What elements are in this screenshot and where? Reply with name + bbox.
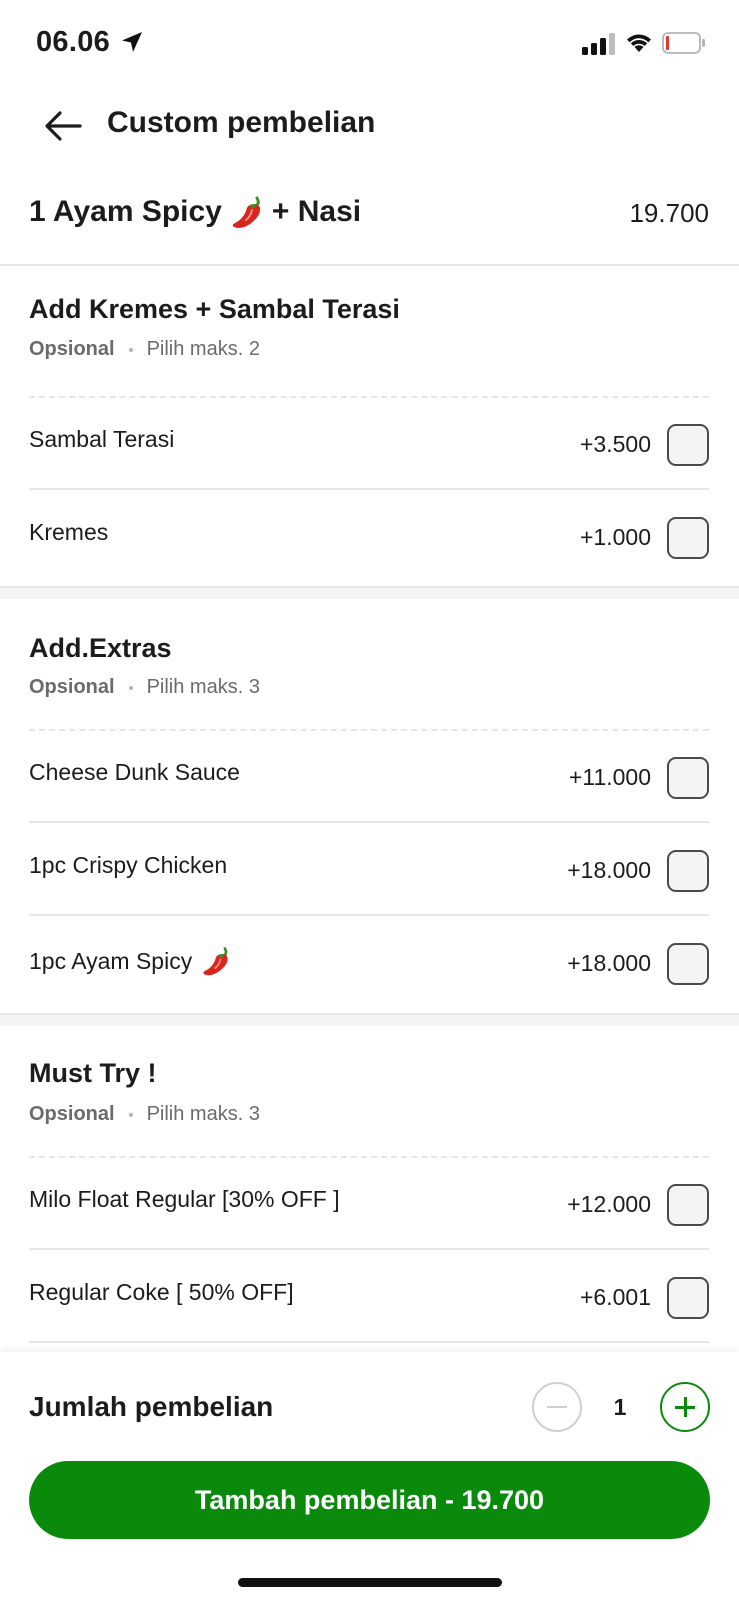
option-checkbox[interactable] bbox=[667, 1184, 709, 1226]
location-arrow-icon bbox=[122, 32, 142, 52]
header: Custom pembelian bbox=[0, 88, 739, 164]
signal-icon bbox=[582, 33, 615, 55]
option-checkbox[interactable] bbox=[667, 757, 709, 799]
option-label: 1pc Crispy Chicken bbox=[29, 852, 228, 878]
wifi-icon bbox=[627, 34, 651, 52]
home-indicator[interactable] bbox=[238, 1578, 502, 1587]
optional-label: Opsional bbox=[29, 1103, 115, 1125]
option-checkbox[interactable] bbox=[667, 517, 709, 559]
option-checkbox[interactable] bbox=[667, 850, 709, 892]
product-summary: 1 Ayam Spicy + Nasi 19.700 bbox=[0, 170, 739, 266]
separator-dot bbox=[128, 347, 133, 352]
option-group-must-try: Must Try ! Opsional Pilih maks. 3 Milo F… bbox=[0, 1026, 739, 1352]
section-title: Add.Extras bbox=[29, 633, 172, 663]
quantity-value: 1 bbox=[613, 1394, 627, 1420]
section-divider bbox=[0, 1013, 739, 1026]
optional-label: Opsional bbox=[29, 676, 115, 698]
option-item-sambal-terasi[interactable]: Sambal Terasi +3.500 bbox=[29, 398, 709, 490]
option-label: 1pc Ayam Spicy bbox=[29, 945, 232, 977]
section-title: Must Try ! bbox=[29, 1058, 157, 1088]
option-label: Regular Coke [ 50% OFF] bbox=[29, 1279, 294, 1305]
status-time: 06.06 bbox=[36, 26, 111, 58]
increase-quantity-button[interactable] bbox=[660, 1382, 710, 1432]
option-item-cheese-dunk-sauce[interactable]: Cheese Dunk Sauce +11.000 bbox=[29, 731, 709, 823]
option-price: +6.001 bbox=[580, 1284, 651, 1310]
option-item-kremes[interactable]: Kremes +1.000 bbox=[29, 491, 709, 583]
product-price: 19.700 bbox=[629, 198, 709, 228]
option-label: Cheese Dunk Sauce bbox=[29, 759, 240, 785]
section-subtitle: Opsional Pilih maks. 2 bbox=[29, 338, 260, 361]
option-label-text: 1pc Ayam Spicy bbox=[29, 947, 193, 974]
option-price: +1.000 bbox=[580, 524, 651, 550]
option-price: +12.000 bbox=[567, 1191, 651, 1217]
section-subtitle: Opsional Pilih maks. 3 bbox=[29, 1103, 260, 1126]
page-title: Custom pembelian bbox=[107, 106, 376, 139]
option-checkbox[interactable] bbox=[667, 943, 709, 985]
option-item-regular-coke[interactable]: Regular Coke [ 50% OFF] +6.001 bbox=[29, 1251, 709, 1343]
product-name: 1 Ayam Spicy + Nasi bbox=[29, 194, 361, 230]
option-label: Milo Float Regular [30% OFF ] bbox=[29, 1186, 340, 1212]
option-price: +18.000 bbox=[567, 857, 651, 883]
separator-dot bbox=[128, 1112, 133, 1117]
option-item-milo-float[interactable]: Milo Float Regular [30% OFF ] +12.000 bbox=[29, 1158, 709, 1250]
section-divider bbox=[0, 586, 739, 599]
battery-icon bbox=[662, 32, 705, 54]
option-price: +3.500 bbox=[580, 431, 651, 457]
max-selection-label: Pilih maks. 2 bbox=[146, 338, 260, 360]
add-to-order-button[interactable]: Tambah pembelian - 19.700 bbox=[29, 1461, 710, 1539]
max-selection-label: Pilih maks. 3 bbox=[146, 676, 260, 698]
option-price: +11.000 bbox=[568, 764, 651, 790]
status-bar: 06.06 bbox=[0, 0, 739, 88]
section-subtitle: Opsional Pilih maks. 3 bbox=[29, 676, 260, 699]
option-group-kremes-sambal: Add Kremes + Sambal Terasi Opsional Pili… bbox=[0, 268, 739, 586]
option-label: Sambal Terasi bbox=[29, 426, 175, 452]
product-name-main: 1 Ayam Spicy bbox=[29, 195, 222, 228]
option-price: +18.000 bbox=[567, 950, 651, 976]
max-selection-label: Pilih maks. 3 bbox=[146, 1103, 260, 1125]
option-label: Kremes bbox=[29, 519, 109, 545]
product-name-suffix: + Nasi bbox=[271, 195, 362, 228]
purchase-footer: Jumlah pembelian 1 Tambah pembelian - 19… bbox=[0, 1352, 739, 1600]
option-item-ayam-spicy[interactable]: 1pc Ayam Spicy +18.000 bbox=[29, 917, 709, 1009]
chili-pepper-icon bbox=[203, 947, 228, 976]
option-checkbox[interactable] bbox=[667, 424, 709, 466]
section-title: Add Kremes + Sambal Terasi bbox=[29, 294, 400, 324]
quantity-label: Jumlah pembelian bbox=[29, 1391, 274, 1422]
option-group-extras: Add.Extras Opsional Pilih maks. 3 Cheese… bbox=[0, 599, 739, 1013]
back-arrow-icon[interactable] bbox=[44, 110, 82, 142]
option-item-crispy-chicken[interactable]: 1pc Crispy Chicken +18.000 bbox=[29, 824, 709, 916]
separator-dot bbox=[128, 685, 133, 690]
option-checkbox[interactable] bbox=[667, 1277, 709, 1319]
decrease-quantity-button[interactable] bbox=[532, 1382, 582, 1432]
chili-pepper-icon bbox=[232, 196, 260, 228]
optional-label: Opsional bbox=[29, 338, 115, 360]
